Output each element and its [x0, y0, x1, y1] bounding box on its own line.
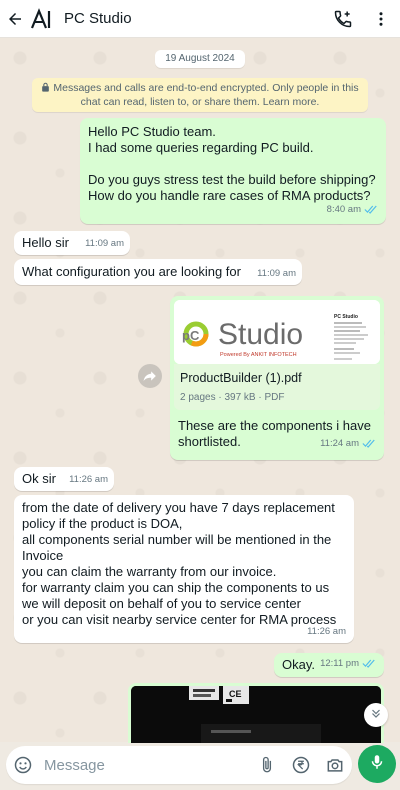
date-chip: 19 August 2024 — [155, 50, 245, 68]
message-text: Ok sir — [22, 471, 56, 486]
message-bubble-outgoing[interactable]: Okay. 12:11 pm — [274, 653, 384, 677]
message-time: 11:26 am — [307, 626, 346, 637]
double-check-icon — [362, 438, 376, 454]
message-bubble-incoming[interactable]: Ok sir 11:26 am — [14, 467, 114, 491]
message-text: Okay. — [282, 657, 315, 672]
mic-icon — [368, 753, 386, 776]
message-bubble-outgoing[interactable]: pC Studio Powered By ANKIT INFOTECH PC S… — [170, 296, 384, 460]
message-time: 8:40 am — [327, 202, 378, 220]
message-bubble-outgoing[interactable]: Hello PC Studio team. I had some queries… — [80, 118, 386, 224]
contact-avatar[interactable] — [28, 0, 54, 38]
back-arrow-icon[interactable] — [2, 0, 28, 38]
rupee-icon[interactable] — [284, 746, 318, 784]
encryption-notice[interactable]: Messages and calls are end-to-end encryp… — [32, 78, 368, 112]
lock-icon — [41, 82, 50, 96]
message-text: What configuration you are looking for — [22, 264, 241, 279]
scroll-down-button[interactable] — [364, 703, 388, 727]
add-call-icon[interactable] — [330, 0, 356, 38]
message-time: 11:24 am — [320, 436, 376, 454]
image-ce-mark: CE — [229, 689, 242, 699]
message-input[interactable] — [44, 750, 244, 780]
attach-icon[interactable] — [250, 746, 284, 784]
pdf-file-meta: 2 pages · 397 kB · PDF — [180, 392, 285, 403]
pdf-sidebar-title: PC Studio — [334, 314, 358, 320]
pdf-brand-sub: Powered By ANKIT INFOTECH — [220, 352, 297, 358]
double-check-icon — [362, 658, 376, 674]
chat-title[interactable]: PC Studio — [64, 10, 132, 27]
message-time: 11:26 am — [69, 474, 108, 485]
message-bubble-incoming[interactable]: from the date of delivery you have 7 day… — [14, 495, 354, 643]
mic-button[interactable] — [358, 745, 396, 783]
pdf-preview[interactable]: pC Studio Powered By ANKIT INFOTECH PC S… — [174, 300, 380, 364]
image-message[interactable]: CE — [128, 683, 384, 743]
message-text: from the date of delivery you have 7 day… — [22, 500, 337, 627]
pdf-file-info[interactable]: ProductBuilder (1).pdf 2 pages · 397 kB … — [174, 364, 380, 410]
encryption-text: Messages and calls are end-to-end encryp… — [53, 82, 359, 108]
sticker-icon[interactable] — [6, 746, 40, 784]
message-composer — [6, 746, 352, 784]
message-time: 12:11 pm — [320, 656, 376, 674]
pdf-brand-prefix: pC — [182, 328, 200, 343]
message-text: Hello sir — [22, 235, 69, 250]
message-text: Hello PC Studio team. I had some queries… — [88, 124, 376, 203]
chat-header: PC Studio — [0, 0, 400, 38]
message-time: 11:09 am — [85, 238, 124, 249]
message-bubble-incoming[interactable]: What configuration you are looking for 1… — [14, 259, 302, 285]
double-check-icon — [364, 204, 378, 220]
message-bubble-incoming[interactable]: Hello sir 11:09 am — [14, 231, 130, 255]
more-vert-icon[interactable] — [368, 0, 394, 38]
message-time: 11:09 am — [257, 268, 296, 279]
forward-icon[interactable] — [138, 364, 162, 388]
pdf-file-name: ProductBuilder (1).pdf — [180, 371, 302, 385]
pdf-brand-name: Studio — [218, 318, 303, 351]
chevron-down-icon — [369, 706, 383, 725]
camera-icon[interactable] — [318, 746, 352, 784]
